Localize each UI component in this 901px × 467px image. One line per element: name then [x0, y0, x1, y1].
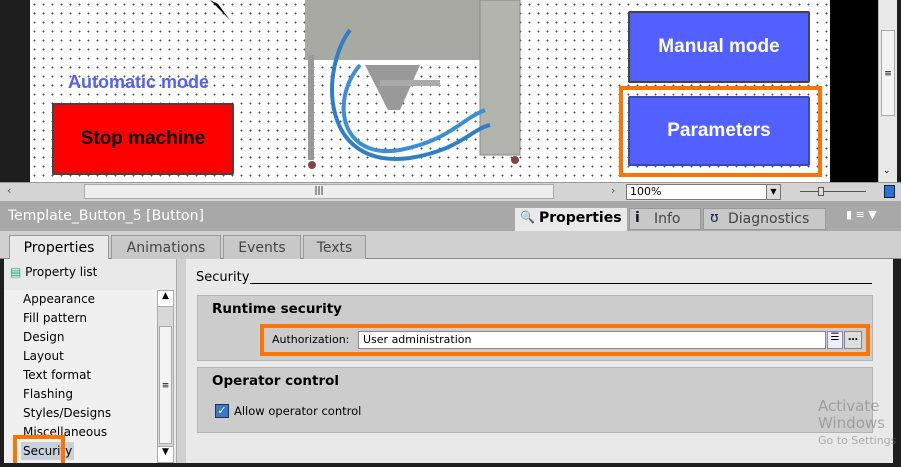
- subtab-texts[interactable]: Texts: [303, 235, 366, 259]
- nav-appearance[interactable]: Appearance: [23, 290, 95, 308]
- operator-control-group: Operator control ✓ Allow operator contro…: [197, 367, 873, 433]
- authorization-label: Authorization:: [272, 333, 350, 346]
- watermark-line1: Activate Windows: [818, 397, 885, 433]
- subtab-events[interactable]: Events: [223, 235, 301, 259]
- section-title: Security: [196, 270, 250, 285]
- nav-flashing[interactable]: Flashing: [23, 385, 73, 403]
- nav-styles-designs[interactable]: Styles/Designs: [23, 404, 111, 422]
- property-navigation: ▤ Property list Appearance Fill pattern …: [4, 259, 176, 467]
- browse-button[interactable]: …: [844, 331, 862, 349]
- subtab-properties[interactable]: Properties: [9, 235, 109, 260]
- highlight-authorization: Authorization: User administration ☰ …: [260, 324, 870, 356]
- scroll-up-icon[interactable]: ▲: [158, 291, 173, 307]
- zoom-select[interactable]: 100% ▼: [626, 184, 781, 200]
- zoom-slider[interactable]: [800, 187, 866, 196]
- nav-scrollbar[interactable]: ▲ ≡ ▼: [157, 290, 174, 463]
- authorization-field[interactable]: User administration: [358, 331, 826, 349]
- stop-machine-button[interactable]: Stop machine: [52, 103, 234, 175]
- operator-control-title: Operator control: [212, 373, 340, 389]
- list-icon[interactable]: ☰: [827, 331, 843, 349]
- subtab-animations[interactable]: Animations: [111, 235, 221, 259]
- property-list-icon: ▤: [10, 265, 22, 279]
- machine-image: [305, 0, 521, 169]
- allow-operator-label: Allow operator control: [234, 404, 362, 418]
- info-icon: i: [635, 210, 640, 226]
- vertical-scrollbar[interactable]: ≡ ⌄: [878, 0, 897, 182]
- manual-mode-button[interactable]: Manual mode: [628, 11, 810, 83]
- scroll-right-icon[interactable]: ›: [611, 184, 615, 197]
- allow-operator-checkbox[interactable]: ✓: [215, 404, 229, 418]
- hmi-screen-canvas: Automatic mode Stop machine Manual mode …: [30, 0, 830, 182]
- splitter[interactable]: [176, 259, 186, 463]
- horizontal-scroll-thumb[interactable]: |||: [84, 184, 554, 199]
- selected-object-title: Template_Button_5 [Button]: [8, 208, 204, 224]
- tab-info[interactable]: i Info: [629, 208, 701, 230]
- watermark-line2: Go to Settings: [818, 433, 897, 447]
- bottom-border: [0, 463, 901, 467]
- subtabs: Properties Animations Events Texts: [0, 231, 901, 260]
- tab-diagnostics[interactable]: ʊ Diagnostics: [703, 208, 826, 230]
- scroll-thumb[interactable]: ≡: [881, 30, 895, 116]
- inspector-header: Template_Button_5 [Button] 🔍 Properties i…: [0, 201, 901, 231]
- zoom-value: 100%: [630, 185, 662, 198]
- arrow-graphic: [210, 0, 230, 20]
- nav-scroll-thumb[interactable]: ≡: [159, 326, 172, 444]
- parameters-button[interactable]: Parameters: [628, 96, 810, 166]
- runtime-security-title: Runtime security: [212, 301, 342, 317]
- canvas-border: [830, 0, 878, 182]
- nav-fill-pattern[interactable]: Fill pattern: [23, 309, 87, 327]
- magnifier-icon: 🔍: [520, 210, 535, 224]
- tab-properties[interactable]: 🔍 Properties: [515, 208, 627, 231]
- nav-layout[interactable]: Layout: [23, 347, 64, 365]
- scroll-left-icon[interactable]: ‹: [7, 184, 11, 197]
- window-controls-icon[interactable]: ▮ ≡ ▼: [846, 208, 877, 221]
- security-panel: Security Runtime security Authorization:…: [186, 259, 893, 463]
- property-list-link[interactable]: ▤ Property list: [10, 265, 97, 279]
- section-divider: [250, 283, 872, 284]
- automatic-mode-label: Automatic mode: [68, 72, 210, 92]
- layout-icon[interactable]: [884, 185, 895, 198]
- stethoscope-icon: ʊ: [710, 210, 719, 226]
- nav-design[interactable]: Design: [23, 328, 64, 346]
- horizontal-toolbar: ‹ ||| › 100% ▼: [0, 182, 901, 201]
- activation-watermark: Activate Windows Go to Settings: [818, 397, 898, 447]
- nav-text-format[interactable]: Text format: [23, 366, 91, 384]
- chevron-down-icon: ▼: [766, 185, 780, 199]
- scroll-down-icon[interactable]: ▼: [158, 446, 173, 462]
- scroll-down-icon[interactable]: ⌄: [883, 166, 891, 176]
